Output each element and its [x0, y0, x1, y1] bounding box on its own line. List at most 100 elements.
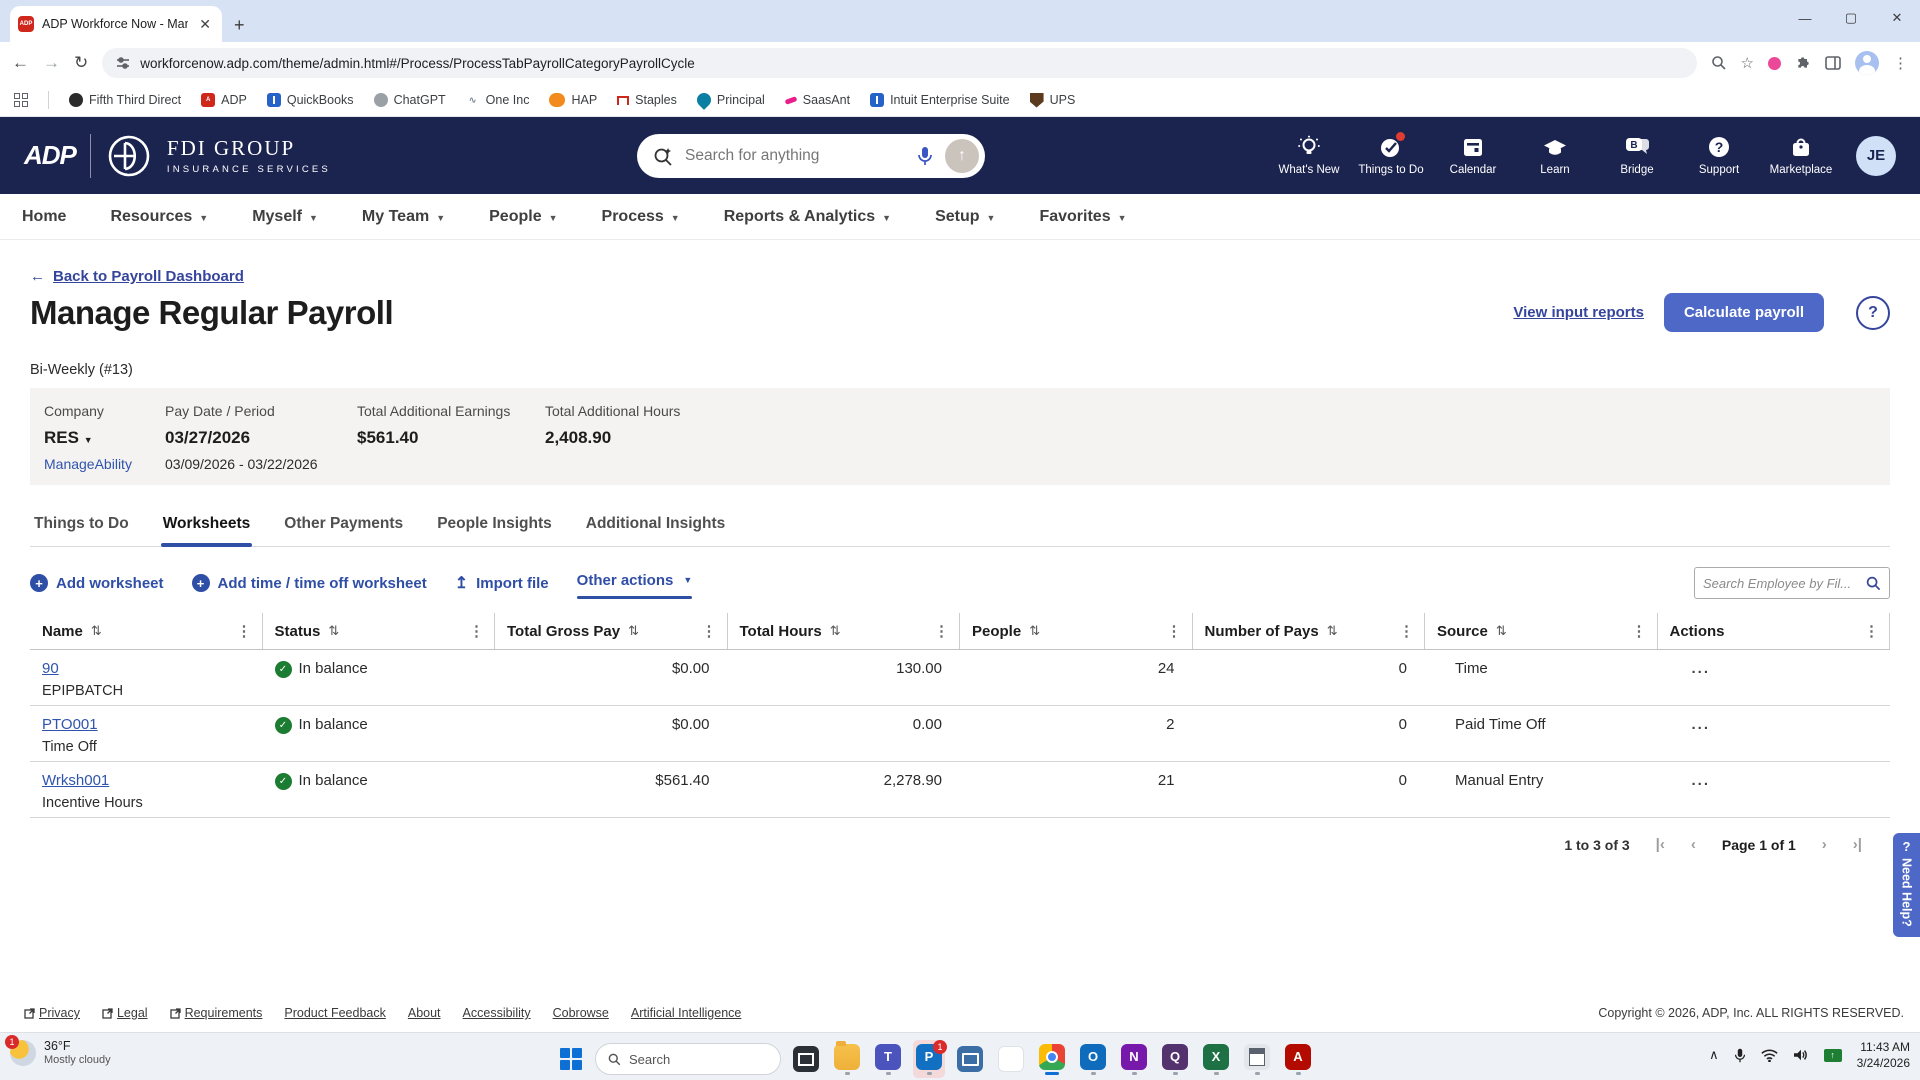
wifi-icon[interactable] [1760, 1049, 1778, 1062]
bookmark-quickbooks[interactable]: QuickBooks [266, 93, 354, 107]
employee-search-input[interactable] [1703, 575, 1860, 591]
back-icon[interactable]: ← [12, 53, 29, 73]
apps-grid-icon[interactable] [14, 93, 28, 107]
bookmark-saasant[interactable]: SaasAnt [784, 93, 850, 107]
column-menu-icon[interactable]: ⋮ [1632, 622, 1647, 640]
worksheet-link[interactable]: Wrksh001 [42, 772, 109, 789]
microphone-icon[interactable] [917, 146, 933, 166]
other-actions-dropdown[interactable]: Other actions ▼ [576, 572, 692, 599]
bridge-button[interactable]: B Bridge [1600, 135, 1674, 176]
row-actions-button[interactable]: ... [1692, 660, 1711, 677]
footer-link-legal[interactable]: Legal [102, 1006, 148, 1020]
user-avatar[interactable]: JE [1856, 135, 1896, 176]
taskbar-search[interactable]: Search [595, 1043, 781, 1075]
first-page-icon[interactable]: |‹ [1656, 836, 1665, 853]
taskbar-remote-desktop[interactable] [954, 1040, 986, 1078]
sort-icon[interactable]: ⇅ [830, 623, 841, 639]
bookmark-star-icon[interactable]: ☆ [1741, 54, 1754, 72]
nav-process[interactable]: Process ▼ [602, 208, 680, 226]
worksheet-link[interactable]: 90 [42, 660, 59, 677]
tab-other-payments[interactable]: Other Payments [282, 515, 405, 546]
column-menu-icon[interactable]: ⋮ [934, 622, 949, 640]
volume-icon[interactable] [1793, 1048, 1809, 1062]
sort-icon[interactable]: ⇅ [1029, 623, 1040, 639]
taskbar-clock[interactable]: 11:43 AM 3/24/2026 [1857, 1039, 1910, 1071]
nav-myself[interactable]: Myself ▼ [252, 208, 318, 226]
calculate-payroll-button[interactable]: Calculate payroll [1663, 293, 1824, 332]
battery-icon[interactable]: ↑ [1823, 1048, 1842, 1062]
things-to-do-button[interactable]: Things to Do [1354, 132, 1428, 176]
last-page-icon[interactable]: ›| [1853, 836, 1862, 853]
whats-new-button[interactable]: What's New [1272, 135, 1346, 176]
footer-link-artificial-intelligence[interactable]: Artificial Intelligence [631, 1006, 741, 1020]
bookmark-principal[interactable]: Principal [693, 90, 765, 110]
column-menu-icon[interactable]: ⋮ [469, 622, 484, 640]
bookmark-fifth-third[interactable]: Fifth Third Direct [69, 93, 181, 107]
global-search[interactable]: ↑ [637, 133, 985, 178]
taskbar-people-app[interactable]: 1P [913, 1040, 947, 1078]
nav-reports-analytics[interactable]: Reports & Analytics ▼ [724, 208, 891, 226]
taskbar-onenote[interactable]: N [1118, 1040, 1150, 1078]
taskbar-teams[interactable]: T [872, 1040, 904, 1078]
browser-profile-avatar[interactable] [1855, 51, 1879, 75]
column-menu-icon[interactable]: ⋮ [1399, 622, 1414, 640]
support-button[interactable]: ? Support [1682, 135, 1756, 176]
tab-people-insights[interactable]: People Insights [435, 515, 554, 546]
sort-icon[interactable]: ⇅ [328, 623, 339, 639]
column-menu-icon[interactable]: ⋮ [1167, 622, 1182, 640]
nav-setup[interactable]: Setup ▼ [935, 208, 995, 226]
tab-additional-insights[interactable]: Additional Insights [584, 515, 728, 546]
column-menu-icon[interactable]: ⋮ [1864, 622, 1879, 640]
bookmark-chatgpt[interactable]: ChatGPT [373, 93, 446, 107]
prev-page-icon[interactable]: ‹ [1691, 836, 1696, 853]
taskbar-excel[interactable]: X [1200, 1040, 1232, 1078]
maximize-button[interactable]: ▢ [1828, 0, 1874, 36]
search-icon[interactable] [1866, 576, 1881, 591]
nav-people[interactable]: People ▼ [489, 208, 557, 226]
add-worksheet-button[interactable]: + Add worksheet [30, 574, 164, 592]
back-to-payroll-dashboard-link[interactable]: Back to Payroll Dashboard [53, 268, 244, 285]
manageability-link[interactable]: ManageAbility [44, 456, 165, 472]
sort-icon[interactable]: ⇅ [1496, 623, 1507, 639]
global-search-input[interactable] [685, 146, 905, 165]
footer-link-cobrowse[interactable]: Cobrowse [553, 1006, 609, 1020]
taskbar-app-window[interactable] [790, 1040, 822, 1078]
tray-microphone-icon[interactable] [1734, 1048, 1746, 1063]
row-actions-button[interactable]: ... [1692, 772, 1711, 789]
address-bar[interactable]: workforcenow.adp.com/theme/admin.html#/P… [102, 48, 1697, 78]
bookmark-staples[interactable]: Staples [617, 93, 677, 107]
add-time-worksheet-button[interactable]: + Add time / time off worksheet [191, 574, 427, 592]
footer-link-accessibility[interactable]: Accessibility [463, 1006, 531, 1020]
browser-tab[interactable]: ADP ADP Workforce Now - Manage ✕ [10, 6, 222, 42]
nav-favorites[interactable]: Favorites ▼ [1039, 208, 1126, 226]
bookmark-intuit[interactable]: Intuit Enterprise Suite [870, 93, 1010, 107]
tray-expand-icon[interactable]: ∧ [1709, 1047, 1719, 1063]
minimize-button[interactable]: — [1782, 0, 1828, 36]
marketplace-button[interactable]: Marketplace [1764, 135, 1838, 176]
nav-home[interactable]: Home [22, 208, 66, 226]
taskbar-calculator[interactable] [1241, 1040, 1273, 1078]
zoom-indicator-icon[interactable] [1711, 55, 1727, 71]
need-help-tab[interactable]: ? Need Help? [1893, 833, 1920, 937]
taskbar-quickbooks[interactable]: Q [1159, 1040, 1191, 1078]
company-dropdown[interactable]: RES ▼ [44, 428, 165, 448]
tab-things-to-do[interactable]: Things to Do [32, 515, 131, 546]
import-file-button[interactable]: ↥ Import file [455, 573, 549, 593]
taskbar-copilot[interactable]: C [995, 1040, 1027, 1078]
sort-icon[interactable]: ⇅ [628, 623, 639, 639]
footer-link-requirements[interactable]: Requirements [169, 1006, 262, 1020]
row-actions-button[interactable]: ... [1692, 716, 1711, 733]
footer-link-privacy[interactable]: Privacy [24, 1006, 80, 1020]
taskbar-outlook[interactable]: O [1077, 1040, 1109, 1078]
next-page-icon[interactable]: › [1822, 836, 1827, 853]
bookmark-adp[interactable]: A ADP [201, 93, 247, 107]
column-menu-icon[interactable]: ⋮ [702, 622, 717, 640]
nav-resources[interactable]: Resources ▼ [110, 208, 208, 226]
worksheet-link[interactable]: PTO001 [42, 716, 98, 733]
view-input-reports-link[interactable]: View input reports [1513, 304, 1644, 321]
site-info-icon[interactable] [116, 56, 130, 70]
sort-icon[interactable]: ⇅ [1327, 623, 1338, 639]
forward-icon[interactable]: → [43, 53, 60, 73]
search-submit-icon[interactable]: ↑ [945, 138, 979, 173]
start-button[interactable] [556, 1044, 586, 1074]
